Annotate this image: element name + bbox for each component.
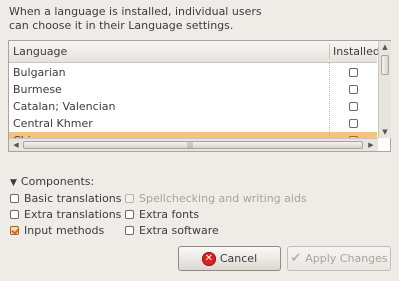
installed-checkbox[interactable] (349, 85, 358, 94)
cancel-button[interactable]: ✕ Cancel (178, 246, 281, 271)
horizontal-scrollbar[interactable]: ◀ ||| ▶ (9, 138, 378, 151)
checkmark-icon: ✔ (290, 251, 302, 266)
scroll-grip-icon: ||| (187, 142, 194, 149)
components-expander[interactable]: ▼ Components: (10, 175, 94, 188)
input-methods-label: Input methods (24, 224, 105, 237)
language-rows: Bulgarian Burmese Catalan; Valencian Cen… (9, 64, 377, 149)
column-separator (329, 44, 330, 59)
language-name: Burmese (13, 83, 62, 96)
arrow-up-icon[interactable]: ▲ (380, 42, 390, 52)
intro-text: When a language is installed, individual… (9, 5, 389, 33)
spellchecking-label: Spellchecking and writing aids (139, 192, 307, 205)
basic-translations-option[interactable]: Basic translations (10, 192, 122, 205)
language-name: Bulgarian (13, 66, 66, 79)
arrow-right-icon[interactable]: ▶ (366, 140, 376, 150)
intro-line-1: When a language is installed, individual… (9, 5, 262, 18)
language-row[interactable]: Central Khmer (9, 115, 377, 132)
spellchecking-checkbox (125, 194, 134, 203)
expander-down-icon: ▼ (10, 178, 17, 188)
language-row[interactable]: Burmese (9, 81, 377, 98)
extra-software-label: Extra software (139, 224, 219, 237)
cancel-button-label: Cancel (219, 252, 258, 265)
language-name: Catalan; Valencian (13, 100, 116, 113)
horizontal-scroll-thumb[interactable]: ||| (23, 141, 363, 149)
column-header-language[interactable]: Language (13, 45, 67, 58)
intro-line-2: can choose it in their Language settings… (9, 19, 234, 32)
basic-translations-checkbox[interactable] (10, 194, 19, 203)
language-list[interactable]: Language Installed Bulgarian Burmese Cat… (8, 40, 391, 152)
apply-changes-label: Apply Changes (305, 252, 388, 265)
input-methods-checkbox[interactable] (10, 226, 19, 235)
components-label: Components: (20, 175, 95, 188)
language-name: Central Khmer (13, 117, 93, 130)
extra-software-checkbox[interactable] (125, 226, 134, 235)
installed-checkbox[interactable] (349, 102, 358, 111)
extra-translations-checkbox[interactable] (10, 210, 19, 219)
extra-fonts-checkbox[interactable] (125, 210, 134, 219)
language-row[interactable]: Catalan; Valencian (9, 98, 377, 115)
extra-software-option[interactable]: Extra software (125, 224, 219, 237)
extra-fonts-option[interactable]: Extra fonts (125, 208, 199, 221)
language-row[interactable]: Bulgarian (9, 64, 377, 81)
installed-checkbox[interactable] (349, 68, 358, 77)
extra-fonts-label: Extra fonts (139, 208, 200, 221)
arrow-down-icon[interactable]: ▼ (380, 127, 390, 137)
vertical-scroll-thumb[interactable] (381, 55, 389, 75)
extra-translations-option[interactable]: Extra translations (10, 208, 121, 221)
input-methods-option[interactable]: Input methods (10, 224, 104, 237)
vertical-scrollbar[interactable]: ▲ ▼ (378, 41, 391, 138)
list-header: Language Installed (9, 41, 380, 63)
apply-changes-button[interactable]: ✔ Apply Changes (287, 246, 391, 271)
extra-translations-label: Extra translations (24, 208, 122, 221)
arrow-left-icon[interactable]: ◀ (11, 140, 21, 150)
cancel-icon: ✕ (201, 251, 216, 266)
basic-translations-label: Basic translations (24, 192, 122, 205)
column-divider (329, 63, 330, 138)
column-header-installed[interactable]: Installed (333, 45, 380, 58)
installed-checkbox[interactable] (349, 119, 358, 128)
spellchecking-option: Spellchecking and writing aids (125, 192, 307, 205)
